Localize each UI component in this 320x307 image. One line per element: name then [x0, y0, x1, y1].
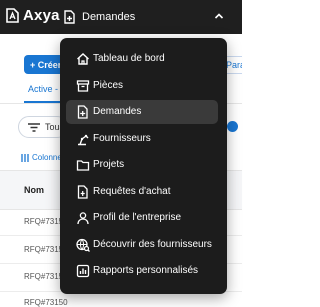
archive-box-icon	[76, 80, 90, 92]
column-header-name[interactable]: Nom	[24, 185, 44, 195]
document-add-icon	[77, 105, 88, 119]
menu-item-label: Demandes	[93, 106, 142, 117]
document-add-icon	[64, 9, 75, 24]
purchase-request-icon	[77, 185, 88, 199]
logo-text: Axya	[23, 7, 60, 24]
bar-chart-icon	[76, 264, 90, 278]
person-icon	[77, 212, 89, 225]
menu-item-label: Tableau de bord	[93, 53, 165, 64]
menu-item-label: Projets	[93, 159, 125, 170]
filter-icon	[28, 123, 40, 132]
menu-item-label: Fournisseurs	[93, 133, 151, 144]
tab-active[interactable]: Active -	[28, 84, 58, 94]
module-dropdown-menu: Tableau de bord Pièces Demandes Fourniss…	[60, 38, 227, 294]
menu-item-dashboard[interactable]: Tableau de bord	[66, 47, 218, 71]
home-icon	[77, 53, 89, 65]
menu-item-label: Profil de l'entreprise	[93, 212, 182, 223]
menu-item-projects[interactable]: Projets	[66, 153, 218, 177]
menu-item-label: Découvrir des fournisseurs	[93, 239, 212, 250]
factory-arm-icon	[78, 134, 89, 146]
folder-icon	[76, 160, 90, 171]
menu-item-label: Pièces	[93, 80, 124, 91]
app-logo[interactable]: Axya	[6, 7, 60, 24]
axya-logo-icon	[6, 8, 19, 23]
menu-item-parts[interactable]: Pièces	[66, 74, 218, 98]
menu-item-company-profile[interactable]: Profil de l'entreprise	[66, 206, 218, 230]
columns-icon	[21, 153, 29, 162]
top-bar: Axya Demandes	[0, 0, 242, 34]
module-switcher-label: Demandes	[82, 11, 136, 23]
menu-item-custom-reports[interactable]: Rapports personnalisés	[66, 259, 218, 283]
menu-item-label: Requêtes d'achat	[93, 186, 171, 197]
chevron-up-icon	[214, 13, 224, 19]
info-icon[interactable]	[227, 121, 238, 132]
table-row[interactable]: RFQ#73150	[24, 298, 68, 307]
menu-item-suppliers[interactable]: Fournisseurs	[66, 127, 218, 151]
menu-item-label: Rapports personnalisés	[93, 265, 199, 276]
menu-item-purchase-requests[interactable]: Requêtes d'achat	[66, 180, 218, 204]
globe-search-icon	[76, 238, 90, 252]
menu-item-requests[interactable]: Demandes	[66, 100, 218, 124]
menu-item-discover-suppliers[interactable]: Découvrir des fournisseurs	[66, 233, 218, 257]
module-switcher[interactable]: Demandes	[63, 7, 224, 27]
